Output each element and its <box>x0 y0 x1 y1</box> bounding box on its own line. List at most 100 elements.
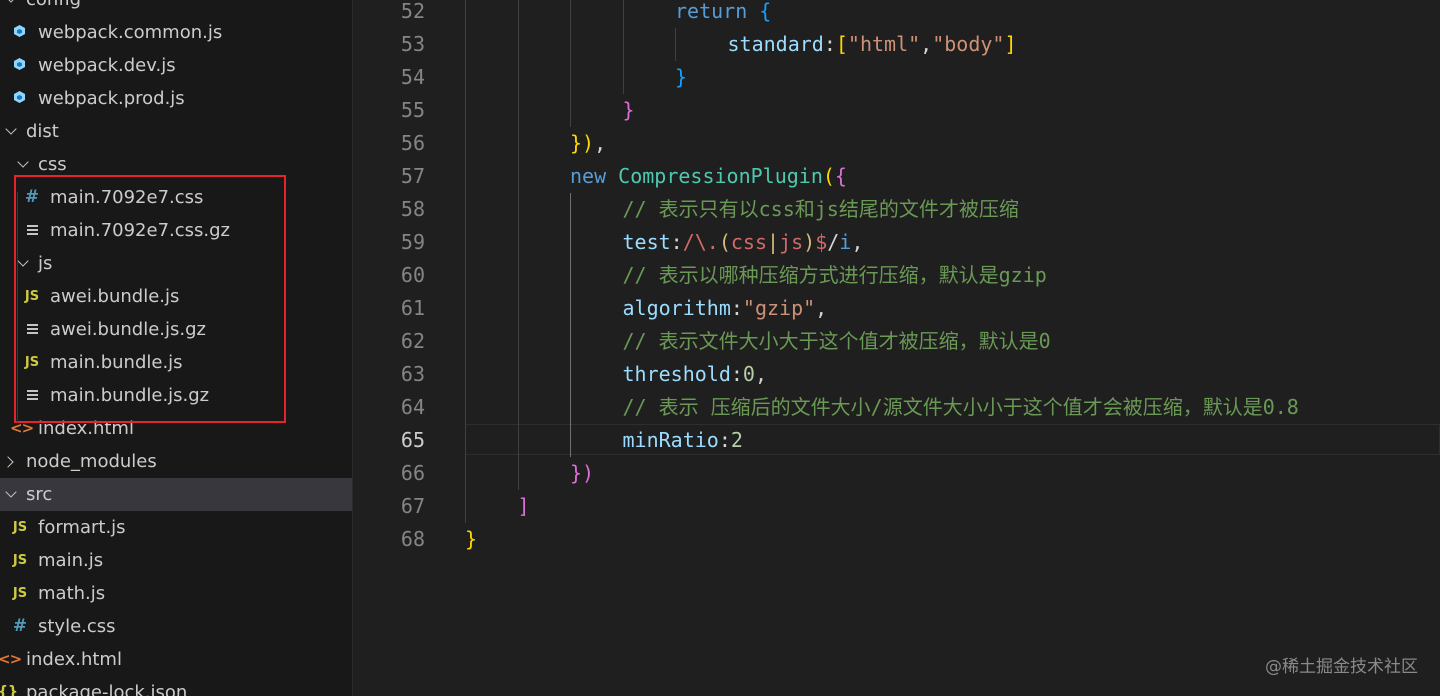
indent-guide <box>517 424 519 457</box>
code-line[interactable]: 65 minRatio:2 <box>353 424 1440 457</box>
folder-dist[interactable]: dist <box>0 115 352 148</box>
tree-item-label: dist <box>26 121 59 142</box>
line-number: 61 <box>400 296 425 320</box>
file-item[interactable]: webpack.common.js <box>0 16 352 49</box>
code-editor[interactable]: 52 return {53 standard:["html","body"] 54} 5… <box>353 0 1440 696</box>
webpack-icon <box>10 16 30 49</box>
file-item[interactable]: JS awei.bundle.js <box>0 280 352 313</box>
code-token: css <box>730 230 768 254</box>
file-item[interactable]: main.7092e7.css.gz <box>0 214 352 247</box>
indent-guide <box>517 358 519 391</box>
file-item[interactable]: # main.7092e7.css <box>0 181 352 214</box>
code-token: new <box>570 164 607 188</box>
code-token: }) <box>570 131 595 155</box>
code-line[interactable]: 64 // 表示 压缩后的文件大小/源文件大小小于这个值才会被压缩，默认是0.8 <box>353 391 1440 424</box>
code-text: threshold:0, <box>623 358 768 391</box>
tree-item-label: index.html <box>26 649 122 670</box>
folder-js[interactable]: js <box>0 247 352 280</box>
code-line[interactable]: 55} <box>353 94 1440 127</box>
chevron-down-icon <box>16 148 32 181</box>
code-line[interactable]: 60 // 表示以哪种压缩方式进行压缩，默认是gzip <box>353 259 1440 292</box>
indent-guide <box>465 490 466 523</box>
code-text: // 表示文件大小大于这个值才被压缩，默认是0 <box>623 325 1051 358</box>
folder-css[interactable]: css <box>0 148 352 181</box>
file-item[interactable]: awei.bundle.js.gz <box>0 313 352 346</box>
folder-config[interactable]: config <box>0 0 352 16</box>
file-item[interactable]: JS main.bundle.js <box>0 346 352 379</box>
code-line[interactable]: 54} <box>353 61 1440 94</box>
folder-src[interactable]: src <box>0 478 352 511</box>
indent-guide <box>517 28 519 61</box>
indent-guide <box>17 192 18 423</box>
file-item[interactable]: <> index.html <box>0 643 352 676</box>
code-token: threshold <box>622 362 731 386</box>
code-line[interactable]: 58 // 表示只有以css和js结尾的文件才被压缩 <box>353 193 1440 226</box>
code-line[interactable]: 67] <box>353 490 1440 523</box>
code-line[interactable]: 59 test:/\.(css|js)$/i, <box>353 226 1440 259</box>
code-token: , <box>594 131 607 155</box>
code-token: { <box>834 164 847 188</box>
code-token: 2 <box>730 428 743 452</box>
line-number: 64 <box>400 395 425 419</box>
code-token: , <box>851 230 864 254</box>
code-token: { <box>759 0 772 23</box>
tree-item-label: main.bundle.js <box>50 352 183 373</box>
code-token: } <box>675 65 688 89</box>
code-line[interactable]: 57 new CompressionPlugin({ <box>353 160 1440 193</box>
line-number: 59 <box>400 230 425 254</box>
code-token: : <box>823 32 836 56</box>
code-token: ) <box>803 230 816 254</box>
code-line[interactable]: 56}), <box>353 127 1440 160</box>
code-line[interactable]: 66}) <box>353 457 1440 490</box>
code-token: : <box>670 230 683 254</box>
indent-guide <box>465 127 466 160</box>
code-line[interactable]: 52 return { <box>353 0 1440 28</box>
tree-item-label: src <box>26 484 53 505</box>
file-item[interactable]: {} package-lock.json <box>0 676 352 696</box>
current-line-highlight <box>465 424 1440 455</box>
webpack-icon <box>10 82 30 115</box>
indent-guide <box>570 61 571 94</box>
line-number: 66 <box>400 461 425 485</box>
code-token: i <box>839 230 852 254</box>
tree-item-label: main.7092e7.css <box>50 187 204 208</box>
html-file-icon: <> <box>10 419 34 437</box>
text-file-icon <box>22 313 42 346</box>
code-line[interactable]: 62 // 表示文件大小大于这个值才被压缩，默认是0 <box>353 325 1440 358</box>
indent-guide <box>465 193 466 226</box>
code-token: "body" <box>932 32 1005 56</box>
chevron-down-icon <box>4 478 20 511</box>
indent-guide <box>517 325 519 358</box>
indent-guide <box>622 0 624 28</box>
html-file-icon: <> <box>0 650 22 668</box>
line-number: 56 <box>400 131 425 155</box>
file-item[interactable]: # style.css <box>0 610 352 643</box>
indent-guide <box>465 28 466 61</box>
tree-item-label: webpack.common.js <box>38 22 223 43</box>
code-text: } <box>623 94 635 127</box>
code-line[interactable]: 61 algorithm:"gzip", <box>353 292 1440 325</box>
tree-item-label: math.js <box>38 583 106 604</box>
indent-guide <box>570 193 571 226</box>
indent-guide <box>465 61 466 94</box>
code-token: // 表示文件大小大于这个值才被压缩，默认是0 <box>622 329 1051 353</box>
folder-node-modules[interactable]: node_modules <box>0 445 352 478</box>
code-line[interactable]: 63 threshold:0, <box>353 358 1440 391</box>
indent-guide <box>570 424 571 457</box>
line-number: 57 <box>400 164 425 188</box>
indent-guide <box>517 94 519 127</box>
code-text: // 表示以哪种压缩方式进行压缩，默认是gzip <box>623 259 1047 292</box>
file-item[interactable]: webpack.dev.js <box>0 49 352 82</box>
file-item[interactable]: JS math.js <box>0 577 352 610</box>
file-item[interactable]: <> index.html <box>0 412 352 445</box>
file-item[interactable]: webpack.prod.js <box>0 82 352 115</box>
file-item[interactable]: main.bundle.js.gz <box>0 379 352 412</box>
code-token: minRatio <box>622 428 719 452</box>
code-line[interactable]: 53 standard:["html","body"] <box>353 28 1440 61</box>
file-item[interactable]: JS formart.js <box>0 511 352 544</box>
code-line[interactable]: 68} <box>353 523 1440 556</box>
file-item[interactable]: JS main.js <box>0 544 352 577</box>
css-file-icon: # <box>24 187 40 207</box>
line-number: 65 <box>400 428 425 452</box>
indent-guide <box>465 292 466 325</box>
